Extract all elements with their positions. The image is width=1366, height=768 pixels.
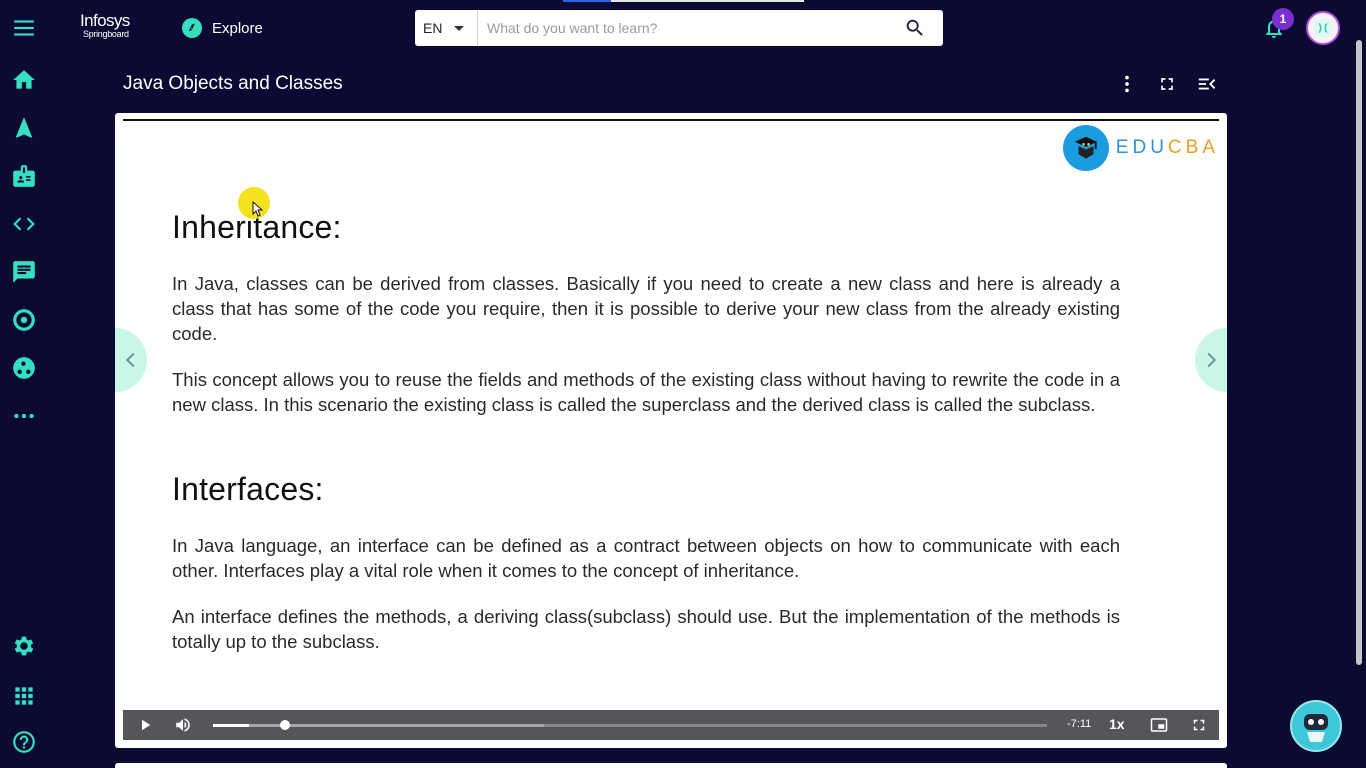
logo-primary-text: Infosys bbox=[80, 11, 130, 30]
language-value: EN bbox=[423, 20, 443, 36]
logo-secondary-text: Springboard bbox=[83, 29, 129, 39]
brand-logo[interactable]: Infosys Springboard bbox=[80, 12, 130, 39]
volume-icon bbox=[176, 718, 190, 732]
educba-text: EDUCBA bbox=[1115, 137, 1219, 158]
page-scrollbar[interactable] bbox=[1356, 40, 1362, 665]
play-button[interactable] bbox=[133, 713, 157, 737]
mouse-pointer-icon bbox=[252, 201, 264, 217]
fullscreen-icon[interactable] bbox=[1155, 72, 1179, 96]
slide-paragraph: In Java, classes can be derived from cla… bbox=[172, 273, 1120, 344]
collapse-panel-icon[interactable] bbox=[1195, 72, 1219, 96]
slide-paragraph: An interface defines the methods, a deri… bbox=[172, 606, 1120, 652]
seek-bar[interactable] bbox=[249, 724, 1047, 727]
search-button[interactable] bbox=[887, 10, 943, 46]
language-select[interactable]: EN bbox=[415, 10, 478, 46]
slide-paragraph: In Java language, an interface can be de… bbox=[172, 535, 1120, 581]
slide-paragraph: This concept allows you to reuse the fie… bbox=[172, 369, 1120, 415]
home-icon[interactable] bbox=[8, 64, 40, 96]
explore-button[interactable]: Explore bbox=[182, 18, 263, 38]
chat-icon[interactable] bbox=[8, 256, 40, 288]
chevron-left-icon bbox=[126, 352, 135, 368]
more-options-icon[interactable] bbox=[1115, 72, 1139, 96]
video-frame[interactable]: EDUCBA Inheritance: In Java, classes can… bbox=[123, 119, 1219, 711]
video-player: EDUCBA Inheritance: In Java, classes can… bbox=[115, 113, 1227, 748]
settings-icon[interactable] bbox=[8, 630, 40, 662]
compass-icon bbox=[182, 18, 202, 38]
search-input[interactable] bbox=[478, 10, 887, 46]
apps-grid-icon[interactable] bbox=[8, 680, 40, 712]
code-icon[interactable] bbox=[8, 208, 40, 240]
page-title: Java Objects and Classes bbox=[123, 73, 343, 94]
time-remaining: -7:11 bbox=[1067, 718, 1092, 730]
player-fullscreen-button[interactable] bbox=[1187, 713, 1211, 737]
picture-in-picture-icon bbox=[1150, 718, 1168, 732]
play-icon bbox=[142, 719, 151, 731]
player-controls: -7:11 1x bbox=[123, 710, 1219, 740]
next-content-card bbox=[115, 763, 1227, 768]
user-avatar[interactable] bbox=[1306, 11, 1340, 45]
educba-logo-icon bbox=[1062, 125, 1109, 171]
community-icon[interactable] bbox=[8, 352, 40, 384]
chevron-right-icon bbox=[1207, 352, 1216, 368]
search-bar: EN bbox=[415, 10, 943, 46]
menu-icon[interactable] bbox=[8, 12, 40, 44]
volume-slider[interactable] bbox=[213, 724, 249, 727]
avatar-image bbox=[1313, 18, 1333, 38]
search-icon bbox=[906, 19, 923, 36]
explore-label: Explore bbox=[212, 19, 263, 37]
seek-handle[interactable] bbox=[279, 720, 290, 730]
volume-button[interactable] bbox=[171, 713, 195, 737]
id-badge-icon[interactable] bbox=[8, 160, 40, 192]
fullscreen-icon bbox=[1193, 719, 1205, 731]
sidebar bbox=[0, 0, 48, 768]
picture-in-picture-button[interactable] bbox=[1147, 713, 1171, 737]
help-icon[interactable] bbox=[8, 726, 40, 758]
robot-icon bbox=[1304, 714, 1328, 742]
playback-speed-button[interactable]: 1x bbox=[1109, 716, 1125, 732]
caret-down-icon bbox=[454, 25, 465, 31]
page-load-progress bbox=[563, 0, 804, 2]
target-icon[interactable] bbox=[8, 304, 40, 336]
more-icon[interactable] bbox=[8, 400, 40, 432]
chatbot-assistant-button[interactable] bbox=[1290, 700, 1342, 752]
navigate-icon[interactable] bbox=[8, 112, 40, 144]
educba-watermark: EDUCBA bbox=[1062, 125, 1219, 171]
notification-count-badge: 1 bbox=[1272, 8, 1294, 30]
slide-heading-interfaces: Interfaces: bbox=[172, 471, 324, 507]
seek-buffer bbox=[249, 724, 545, 727]
